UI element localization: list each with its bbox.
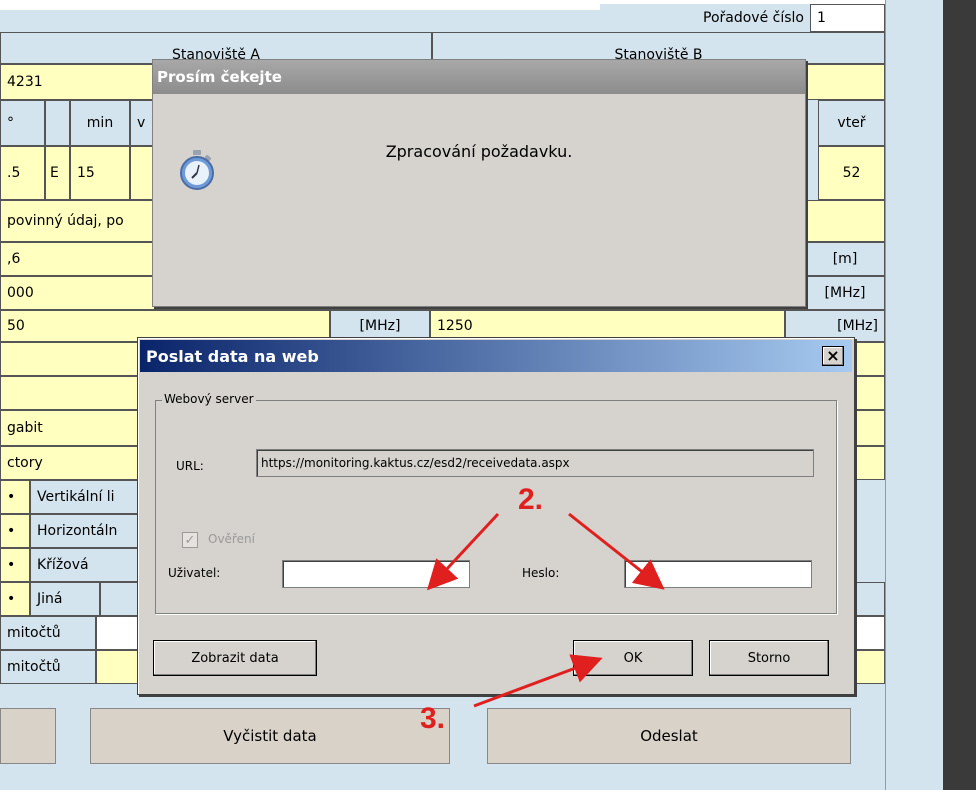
url-label: URL:	[176, 459, 204, 473]
user-field[interactable]	[282, 560, 470, 588]
password-label: Heslo:	[522, 566, 560, 580]
send-button[interactable]: Odeslat	[487, 708, 851, 764]
window-edge	[885, 0, 943, 790]
auth-label: Ověření	[208, 532, 255, 546]
send-web-dialog: Poslat data na web × Webový server URL: …	[137, 337, 855, 695]
dir-value[interactable]: E	[45, 146, 70, 200]
pol-check-3[interactable]: •	[0, 548, 30, 582]
password-field[interactable]	[624, 560, 812, 588]
pol-check-4[interactable]: •	[0, 582, 30, 616]
dark-side-bar	[943, 0, 976, 790]
sec-header-b: vteř	[818, 100, 885, 146]
show-data-button[interactable]: Zobrazit data	[153, 640, 317, 676]
user-label: Uživatel:	[168, 566, 221, 580]
send-web-dialog-titlebar: Poslat data na web	[140, 340, 852, 372]
freq-unit: [MHz]	[805, 276, 885, 310]
sec-value-b[interactable]: 52	[818, 146, 885, 200]
left-partial-button[interactable]	[0, 708, 56, 764]
wait-dialog-title: Prosím čekejte	[157, 68, 282, 86]
url-field[interactable]	[256, 449, 814, 477]
cancel-button[interactable]: Storno	[709, 640, 829, 676]
height-unit: [m]	[805, 242, 885, 276]
ok-button[interactable]: OK	[573, 640, 693, 676]
auth-checkbox[interactable]: ✓	[182, 532, 198, 548]
wait-dialog-message: Zpracování požadavku.	[385, 142, 573, 161]
kmitoctu-label-1: mitočtů	[0, 616, 96, 650]
close-icon: ×	[826, 346, 840, 365]
dir-header	[45, 100, 70, 146]
min-value[interactable]: 15	[70, 146, 130, 200]
close-button[interactable]: ×	[822, 346, 844, 366]
poradove-input[interactable]: 1	[810, 4, 885, 32]
pol-other: Jiná	[30, 582, 100, 616]
deg-value[interactable]: .5	[0, 146, 45, 200]
min-header: min	[70, 100, 130, 146]
deg-header: °	[0, 100, 45, 146]
send-web-dialog-title: Poslat data na web	[146, 346, 319, 366]
wait-dialog-titlebar: Prosím čekejte	[153, 60, 805, 94]
pol-check-1[interactable]: •	[0, 480, 30, 514]
web-server-group: Webový server URL: ✓ Ověření Uživatel: H…	[155, 392, 837, 614]
kmitoctu-label-2: mitočtů	[0, 650, 96, 684]
wait-dialog: Prosím čekejte Zpracování požadavku.	[152, 59, 806, 307]
pol-check-2[interactable]: •	[0, 514, 30, 548]
annotation-step-3: 3.	[420, 702, 446, 735]
clear-data-button[interactable]: Vyčistit data	[90, 708, 450, 764]
annotation-step-2: 2.	[518, 483, 544, 516]
web-server-group-label: Webový server	[162, 392, 256, 406]
poradove-label: Pořadové číslo	[600, 4, 810, 32]
